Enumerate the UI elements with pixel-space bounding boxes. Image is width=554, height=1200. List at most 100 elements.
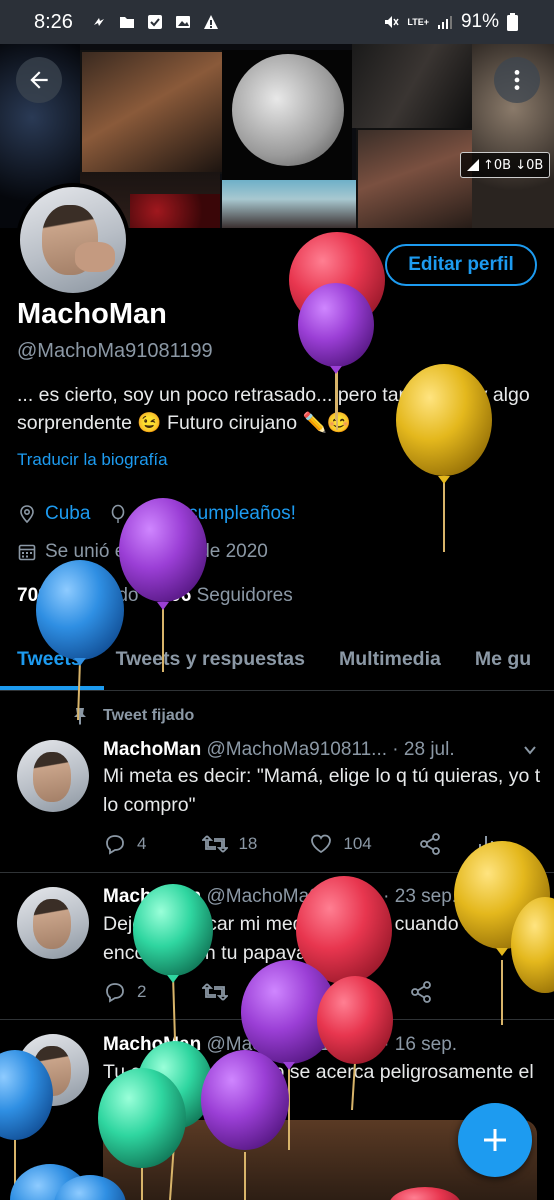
tweet-date[interactable]: · 23 sep. bbox=[383, 886, 457, 907]
edit-profile-button[interactable]: Editar perfil bbox=[385, 244, 537, 286]
tab-tweets[interactable]: Tweets bbox=[17, 632, 82, 690]
more-vertical-icon bbox=[514, 70, 520, 90]
avatar-face bbox=[33, 752, 71, 802]
translate-bio-link[interactable]: Traducir la biografía bbox=[17, 450, 168, 470]
retweet-icon bbox=[202, 983, 229, 1001]
tweet-divider bbox=[0, 1019, 554, 1020]
tab-media[interactable]: Multimedia bbox=[339, 632, 441, 690]
signal-icon bbox=[437, 16, 452, 29]
tweet-date[interactable]: · 28 jul. bbox=[392, 739, 454, 760]
following-label: Siguiendo bbox=[53, 585, 139, 606]
tab-likes[interactable]: Me gu bbox=[475, 632, 531, 690]
tweet-header: MachoMan @MachoMa91081... · 16 sep. bbox=[103, 1034, 457, 1056]
back-button[interactable] bbox=[16, 57, 62, 103]
status-icons-right: LTE+ 91% bbox=[383, 11, 518, 33]
following-count: 702 bbox=[17, 585, 49, 606]
data-usage-badge: ↑0B ↓0B bbox=[460, 152, 551, 178]
banner-car-photo bbox=[80, 50, 224, 174]
more-options-button[interactable] bbox=[494, 57, 540, 103]
tweet-divider bbox=[0, 872, 554, 873]
pinned-label: Tweet fijado bbox=[103, 707, 195, 724]
retweet-count: 18 bbox=[238, 834, 258, 853]
tweet-avatar[interactable] bbox=[17, 887, 89, 959]
tweet-text: Mi meta es decir: "Mamá, elige lo q tú q… bbox=[103, 765, 541, 816]
banner-teacups-panel bbox=[352, 44, 472, 128]
location-text[interactable]: Cuba bbox=[45, 503, 90, 525]
heart-icon bbox=[302, 982, 323, 1002]
chevron-down-icon[interactable] bbox=[522, 742, 538, 758]
birthday-text[interactable]: ¡Feliz cumpleaños! bbox=[136, 503, 295, 525]
tweet-actions: 4 18 104 bbox=[103, 832, 498, 856]
folder-icon bbox=[119, 17, 134, 28]
tweet-author-handle[interactable]: @MachoMa91081... bbox=[206, 886, 377, 907]
like-count: 15 bbox=[334, 982, 354, 1001]
retweet-icon bbox=[202, 835, 229, 853]
profile-tabs: Tweets Tweets y respuestas Multimedia Me… bbox=[0, 632, 554, 690]
avatar-face bbox=[33, 1046, 71, 1096]
tweet-author-handle[interactable]: @MachoMa910811... bbox=[206, 739, 387, 760]
retweet-button[interactable] bbox=[202, 980, 238, 1004]
follow-stats: 702 Siguiendo 696 Seguidores bbox=[17, 585, 293, 607]
heart-icon bbox=[311, 834, 332, 854]
reply-count: 4 bbox=[137, 834, 147, 853]
notification-icon bbox=[93, 18, 104, 26]
avatar-face bbox=[33, 899, 71, 949]
calendar-icon bbox=[18, 544, 36, 561]
tweet-text: Dejé de buscar mi media naranja cuando m… bbox=[103, 913, 492, 964]
tweet-avatar[interactable] bbox=[17, 740, 89, 812]
tweet-author-handle[interactable]: @MachoMa91081... bbox=[206, 1034, 377, 1055]
tweet-avatar[interactable] bbox=[17, 1034, 89, 1106]
signal-triangle-icon bbox=[467, 159, 479, 171]
followers-count: 696 bbox=[159, 585, 192, 606]
tweet-date[interactable]: · 16 sep. bbox=[383, 1034, 457, 1055]
plus-icon bbox=[484, 1129, 506, 1151]
reply-button[interactable]: 4 bbox=[103, 832, 146, 856]
warning-icon bbox=[203, 15, 218, 29]
status-time: 8:26 bbox=[34, 10, 73, 33]
profile-handle: @MachoMa91081199 bbox=[17, 340, 213, 362]
profile-meta-joined: Se unió en marzo de 2020 bbox=[17, 541, 268, 563]
tweet-author-name[interactable]: MachoMan bbox=[103, 886, 201, 907]
retweet-button[interactable]: 18 bbox=[202, 832, 257, 856]
balloon-icon bbox=[112, 504, 125, 523]
profile-bio: ... es cierto, soy un poco retrasado... … bbox=[17, 384, 530, 434]
tweet-author-name[interactable]: MachoMan bbox=[103, 739, 201, 760]
tab-tweets-replies[interactable]: Tweets y respuestas bbox=[116, 632, 305, 690]
reply-icon bbox=[106, 835, 124, 855]
data-usage-text: ↑0B ↓0B bbox=[483, 157, 544, 173]
avatar-hand bbox=[75, 242, 115, 272]
pinned-indicator: Tweet fijado bbox=[72, 707, 194, 725]
joined-text: Se unió en marzo de 2020 bbox=[45, 541, 268, 562]
profile-meta-location: Cuba ¡Feliz cumpleaños! bbox=[17, 503, 296, 525]
location-pin-icon bbox=[20, 505, 34, 524]
profile-name: MachoMan bbox=[17, 298, 167, 330]
reply-icon bbox=[106, 983, 124, 1003]
battery-percent: 91% bbox=[460, 11, 499, 32]
banner-roses-panel bbox=[130, 194, 220, 228]
tabs-divider bbox=[0, 690, 554, 691]
share-icon[interactable] bbox=[409, 980, 433, 1004]
analytics-icon[interactable] bbox=[474, 832, 498, 856]
reply-button[interactable]: 2 bbox=[103, 980, 146, 1004]
like-button[interactable]: 15 bbox=[300, 980, 353, 1004]
followers-link[interactable]: 696 Seguidores bbox=[160, 585, 293, 606]
lte-icon: LTE+ bbox=[407, 17, 429, 27]
pin-icon bbox=[74, 708, 86, 725]
balloon bbox=[10, 1164, 90, 1200]
image-icon bbox=[175, 16, 190, 28]
followers-label: Seguidores bbox=[196, 585, 293, 606]
tweet-actions: 2 15 bbox=[103, 980, 433, 1004]
following-link[interactable]: 702 Siguiendo bbox=[17, 585, 139, 606]
battery-icon bbox=[507, 13, 518, 31]
tweet-author-name[interactable]: MachoMan bbox=[103, 1034, 201, 1055]
share-icon[interactable] bbox=[418, 832, 442, 856]
checkbox-icon bbox=[147, 15, 162, 29]
compose-tweet-button[interactable] bbox=[458, 1103, 532, 1177]
arrow-left-icon bbox=[30, 71, 48, 89]
reply-count: 2 bbox=[137, 982, 147, 1001]
like-button[interactable]: 104 bbox=[309, 832, 372, 856]
profile-avatar[interactable] bbox=[16, 183, 130, 297]
banner-moon-photo bbox=[222, 50, 352, 180]
moon-shape bbox=[232, 54, 344, 166]
like-count: 104 bbox=[343, 834, 372, 853]
